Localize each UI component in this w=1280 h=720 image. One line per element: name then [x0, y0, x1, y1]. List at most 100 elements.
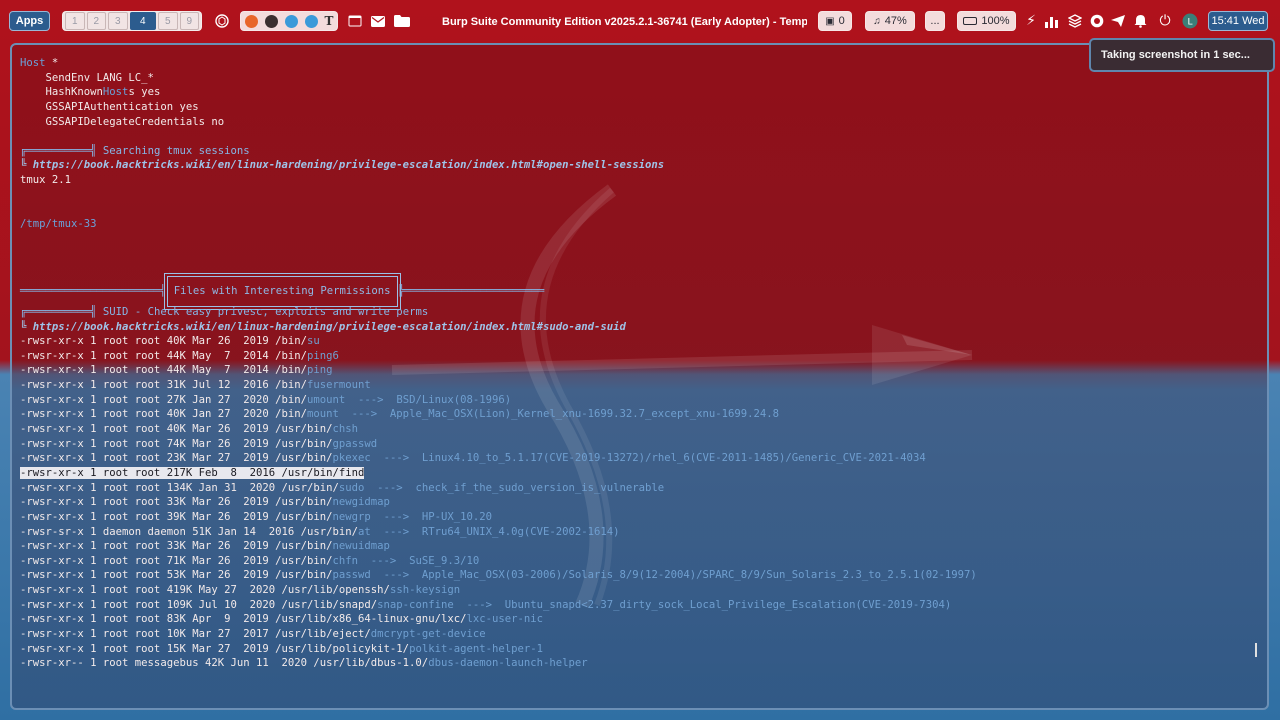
suid-row-exploit-note: ---> Linux4.10_to_5.1.17(CVE-2019-13272)… [370, 452, 926, 465]
suid-row-exploit-note: ---> check_if_the_sudo_version_is_vulner… [364, 481, 665, 494]
tmux-hacktricks-link[interactable]: ╚ https://book.hacktricks.wiki/en/linux-… [20, 158, 1260, 173]
ssh-gssapi-deleg-line: GSSAPIDelegateCredentials no [20, 115, 225, 128]
pinned-apps: T [240, 11, 338, 31]
tmux-socket-path: /tmp/tmux-33 [20, 218, 97, 231]
workspace-1[interactable]: 1 [65, 12, 85, 30]
suid-row: -rwsr-xr-x 1 root root 74K Mar 26 2019 /… [20, 437, 1260, 452]
workspace-switcher: 1 2 3 4 5 9 [62, 11, 202, 31]
suid-row: -rwsr-xr-x 1 root root 33K Mar 26 2019 /… [20, 495, 1260, 510]
suid-row-exploit-note: ---> RTru64_UNIX_4.0g(CVE-2002-1614) [370, 525, 620, 538]
suid-header-art: ╔══════════╣ [20, 305, 97, 318]
workspace-9[interactable]: 9 [179, 12, 199, 30]
suid-row-perms: -rwsr-xr-x 1 root root 40K Jan 27 2020 /… [20, 408, 308, 421]
workspace-3[interactable]: 3 [108, 12, 128, 30]
suid-row-perms: -rwsr-xr-x 1 root root 71K Mar 26 2019 /… [20, 554, 333, 567]
box-count: 0 [838, 15, 845, 27]
suid-row-binary: newgidmap [332, 496, 390, 509]
window-icon[interactable] [346, 12, 364, 30]
mail-icon[interactable] [369, 12, 387, 30]
ssh-sendenv-line: SendEnv LANG LC_* [20, 71, 154, 84]
suid-row: -rwsr-xr-x 1 root root 40K Mar 26 2019 /… [20, 422, 1260, 437]
active-window-title[interactable]: Burp Suite Community Edition v2025.2.1-3… [442, 12, 807, 32]
suid-hacktricks-link[interactable]: ╚ https://book.hacktricks.wiki/en/linux-… [20, 320, 1260, 335]
suid-row-binary: dmcrypt-get-device [370, 628, 486, 640]
screenshot-notification[interactable]: Taking screenshot in 1 sec... [1089, 38, 1275, 72]
suid-row: -rwsr-xr-x 1 root root 39K Mar 26 2019 /… [20, 510, 1260, 525]
suid-row: -rwsr-xr-x 1 root root 419K May 27 2020 … [20, 583, 1260, 598]
suid-row-perms: -rwsr-xr-x 1 root root 23K Mar 27 2019 /… [20, 452, 333, 465]
suid-row-binary: sudo [338, 481, 365, 494]
burp-icon[interactable] [264, 14, 278, 28]
suid-row: -rwsr-xr-x 1 root root 31K Jul 12 2016 /… [20, 378, 1260, 393]
suid-row: -rwsr-xr-x 1 root root 44K May 7 2014 /b… [20, 363, 1260, 378]
ssh-host-value: * [45, 57, 59, 69]
suid-row-perms: -rwsr-xr-x 1 root root 83K Apr 9 2019 /u… [20, 613, 467, 626]
suid-row-exploit-note: ---> Apple_Mac_OSX(Lion)_Kernel_xnu-1699… [338, 408, 779, 421]
suid-row: -rwsr-xr-x 1 root root 83K Apr 9 2019 /u… [20, 612, 1260, 627]
suid-row-binary: su [307, 335, 320, 348]
workspace-4[interactable]: 4 [129, 12, 156, 30]
suid-row-perms: -rwsr-xr-x 1 root root 31K Jul 12 2016 /… [20, 379, 308, 392]
telegram-icon[interactable] [304, 14, 318, 28]
suid-row-perms: -rwsr-xr-x 1 root root 40K Mar 26 2019 /… [20, 423, 333, 436]
suid-row: -rwsr-xr-x 1 root root 44K May 7 2014 /b… [20, 349, 1260, 364]
bolt-icon[interactable]: ⚡ [1022, 12, 1040, 30]
suid-row: -rwsr-xr-x 1 root root 134K Jan 31 2020 … [20, 481, 1260, 496]
suid-row-perms: -rwsr-xr-x 1 root root 74K Mar 26 2019 /… [20, 437, 333, 450]
suid-row-exploit-note: ---> HP-UX_10.20 [370, 510, 492, 523]
suid-row-perms: -rwsr-xr-x 1 root root 33K Mar 26 2019 /… [20, 540, 333, 553]
ssh-gssapi-auth-line: GSSAPIAuthentication yes [20, 100, 199, 113]
suid-row: -rwsr-xr-x 1 root root 40K Mar 26 2019 /… [20, 334, 1260, 349]
workspace-2[interactable]: 2 [86, 12, 106, 30]
svg-text:L: L [1187, 18, 1192, 28]
suid-row-perms: -rwsr-xr-x 1 root root 419K May 27 2020 … [20, 584, 390, 597]
files-banner-right-rule: ╠══════════════════════ [397, 284, 545, 297]
ssh-hashknown-a: HashKnown [20, 86, 103, 99]
suid-row-perms: -rwsr-xr-x 1 root root 27K Jan 27 2020 /… [20, 393, 308, 406]
suid-row: -rwsr-xr-x 1 root root 40K Jan 27 2020 /… [20, 407, 1260, 422]
suid-row-binary: dbus-daemon-launch-helper [428, 657, 588, 670]
notification-text: Taking screenshot in 1 sec... [1101, 49, 1250, 61]
battery-indicator[interactable]: 100% [957, 11, 1016, 31]
suid-row: -rwsr-xr-x 1 root root 217K Feb 8 2016 /… [20, 466, 1260, 481]
send-icon[interactable] [1109, 12, 1127, 30]
suid-row: -rwsr-xr-x 1 root root 109K Jul 10 2020 … [20, 598, 1260, 613]
files-banner-left-rule: ══════════════════════╣ [20, 284, 167, 297]
suid-row-binary: gpasswd [332, 437, 378, 450]
firefox-icon[interactable] [244, 14, 258, 28]
folder-icon[interactable] [393, 12, 411, 30]
layers-icon[interactable] [1066, 12, 1084, 30]
avatar-icon[interactable]: L [1181, 12, 1199, 30]
suid-row-perms: -rwsr-xr-x 1 root root 39K Mar 26 2019 /… [20, 510, 333, 523]
suid-row-perms: -rwsr-sr-x 1 daemon daemon 51K Jan 14 20… [20, 525, 359, 538]
apps-button[interactable]: Apps [9, 11, 50, 31]
bell-icon[interactable] [1131, 12, 1149, 30]
clock[interactable]: 15:41 Wed [1208, 11, 1268, 31]
ssh-host-keyword: Host [20, 57, 46, 69]
terminal-window[interactable]: Host * SendEnv LANG LC_* HashKnownHosts … [10, 43, 1269, 710]
suid-row-binary: ssh-keysign [389, 584, 461, 597]
telegram-icon[interactable] [284, 14, 298, 28]
volume-indicator[interactable]: ♫ 47% [865, 11, 915, 31]
suid-row-exploit-note: ---> Apple_Mac_OSX(03-2006)/Solaris_8/9(… [370, 569, 977, 582]
battery-value: 100% [981, 15, 1010, 27]
suid-row: -rwsr-xr-x 1 root root 53K Mar 26 2019 /… [20, 568, 1260, 583]
suid-row-exploit-note: ---> SuSE_9.3/10 [358, 554, 480, 567]
openai-icon[interactable] [213, 12, 231, 30]
suid-row-perms: -rwsr-xr-x 1 root root 217K Feb 8 2016 /… [20, 466, 365, 479]
workspace-5[interactable]: 5 [158, 12, 178, 30]
suid-row-exploit-note: ---> Ubuntu_snapd<2.37_dirty_sock_Local_… [453, 598, 952, 611]
box-indicator[interactable]: ▣ 0 [818, 11, 852, 31]
suid-row-binary: ping [307, 364, 333, 377]
headphones-icon: ♫ [873, 15, 881, 27]
suid-row-binary: lxc-user-nic [466, 613, 544, 626]
tmux-header-art: ╔══════════╣ [20, 144, 97, 157]
suid-row-perms: -rwsr-xr-x 1 root root 53K Mar 26 2019 /… [20, 569, 333, 582]
terminal-scrollbar[interactable] [1255, 643, 1257, 657]
power-icon[interactable]: ⏻ [1156, 12, 1174, 30]
typora-icon[interactable]: T [325, 14, 334, 28]
chart-icon[interactable] [1043, 12, 1061, 30]
more-button[interactable]: ... [925, 11, 945, 31]
hackthebox-icon[interactable] [1088, 12, 1106, 30]
suid-row-binary: umount [307, 393, 346, 406]
